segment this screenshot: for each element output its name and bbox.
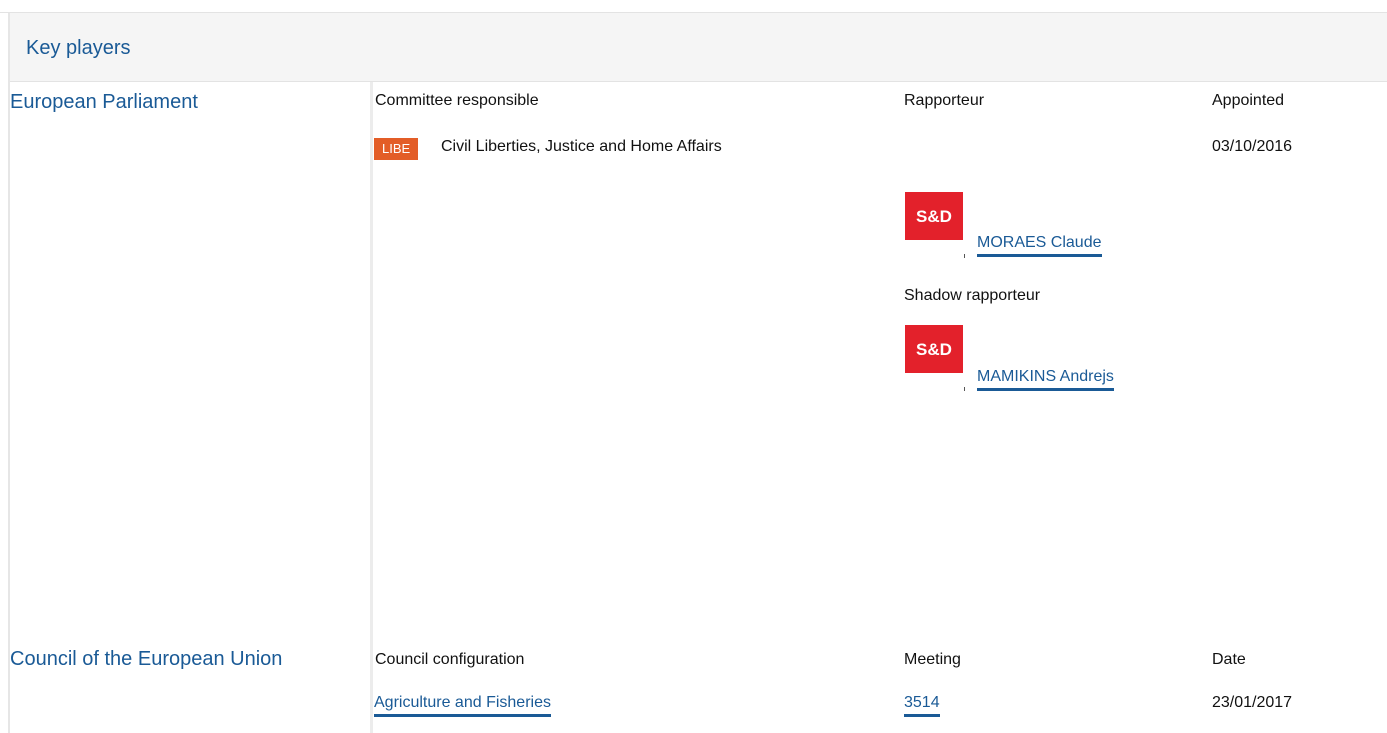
date-column-header: Date (1212, 651, 1246, 668)
logo-tick (964, 254, 965, 258)
sd-logo-text: S&D (916, 207, 952, 226)
logo-tick (964, 387, 965, 391)
sd-logo-text: S&D (916, 340, 952, 359)
meeting-link[interactable]: 3514 (904, 694, 940, 717)
council-label: Council of the European Union (10, 648, 283, 670)
meeting-column-header: Meeting (904, 651, 961, 668)
left-border (8, 13, 10, 733)
appointed-column-header: Appointed (1212, 92, 1285, 109)
sd-group-logo: S&D (905, 192, 963, 240)
council-config-column-header: Council configuration (375, 651, 525, 668)
shadow-rapporteur-label: Shadow rapporteur (904, 287, 1041, 304)
section-title: Key players (26, 37, 131, 59)
committee-badge: LIBE (374, 138, 419, 160)
council-configuration-link[interactable]: Agriculture and Fisheries (374, 694, 551, 717)
meeting-date: 23/01/2017 (1212, 694, 1293, 711)
parliament-label: European Parliament (10, 91, 198, 113)
committee-column-header: Committee responsible (375, 92, 539, 109)
section-header: Key players (8, 13, 1387, 82)
rapporteur-link[interactable]: MORAES Claude (977, 234, 1102, 257)
appointed-date: 03/10/2016 (1212, 138, 1293, 155)
column-divider (370, 82, 373, 733)
shadow-rapporteur-link[interactable]: MAMIKINS Andrejs (977, 368, 1114, 391)
sd-group-logo: S&D (905, 325, 963, 373)
committee-name: Civil Liberties, Justice and Home Affair… (441, 138, 722, 155)
rapporteur-column-header: Rapporteur (904, 92, 985, 109)
